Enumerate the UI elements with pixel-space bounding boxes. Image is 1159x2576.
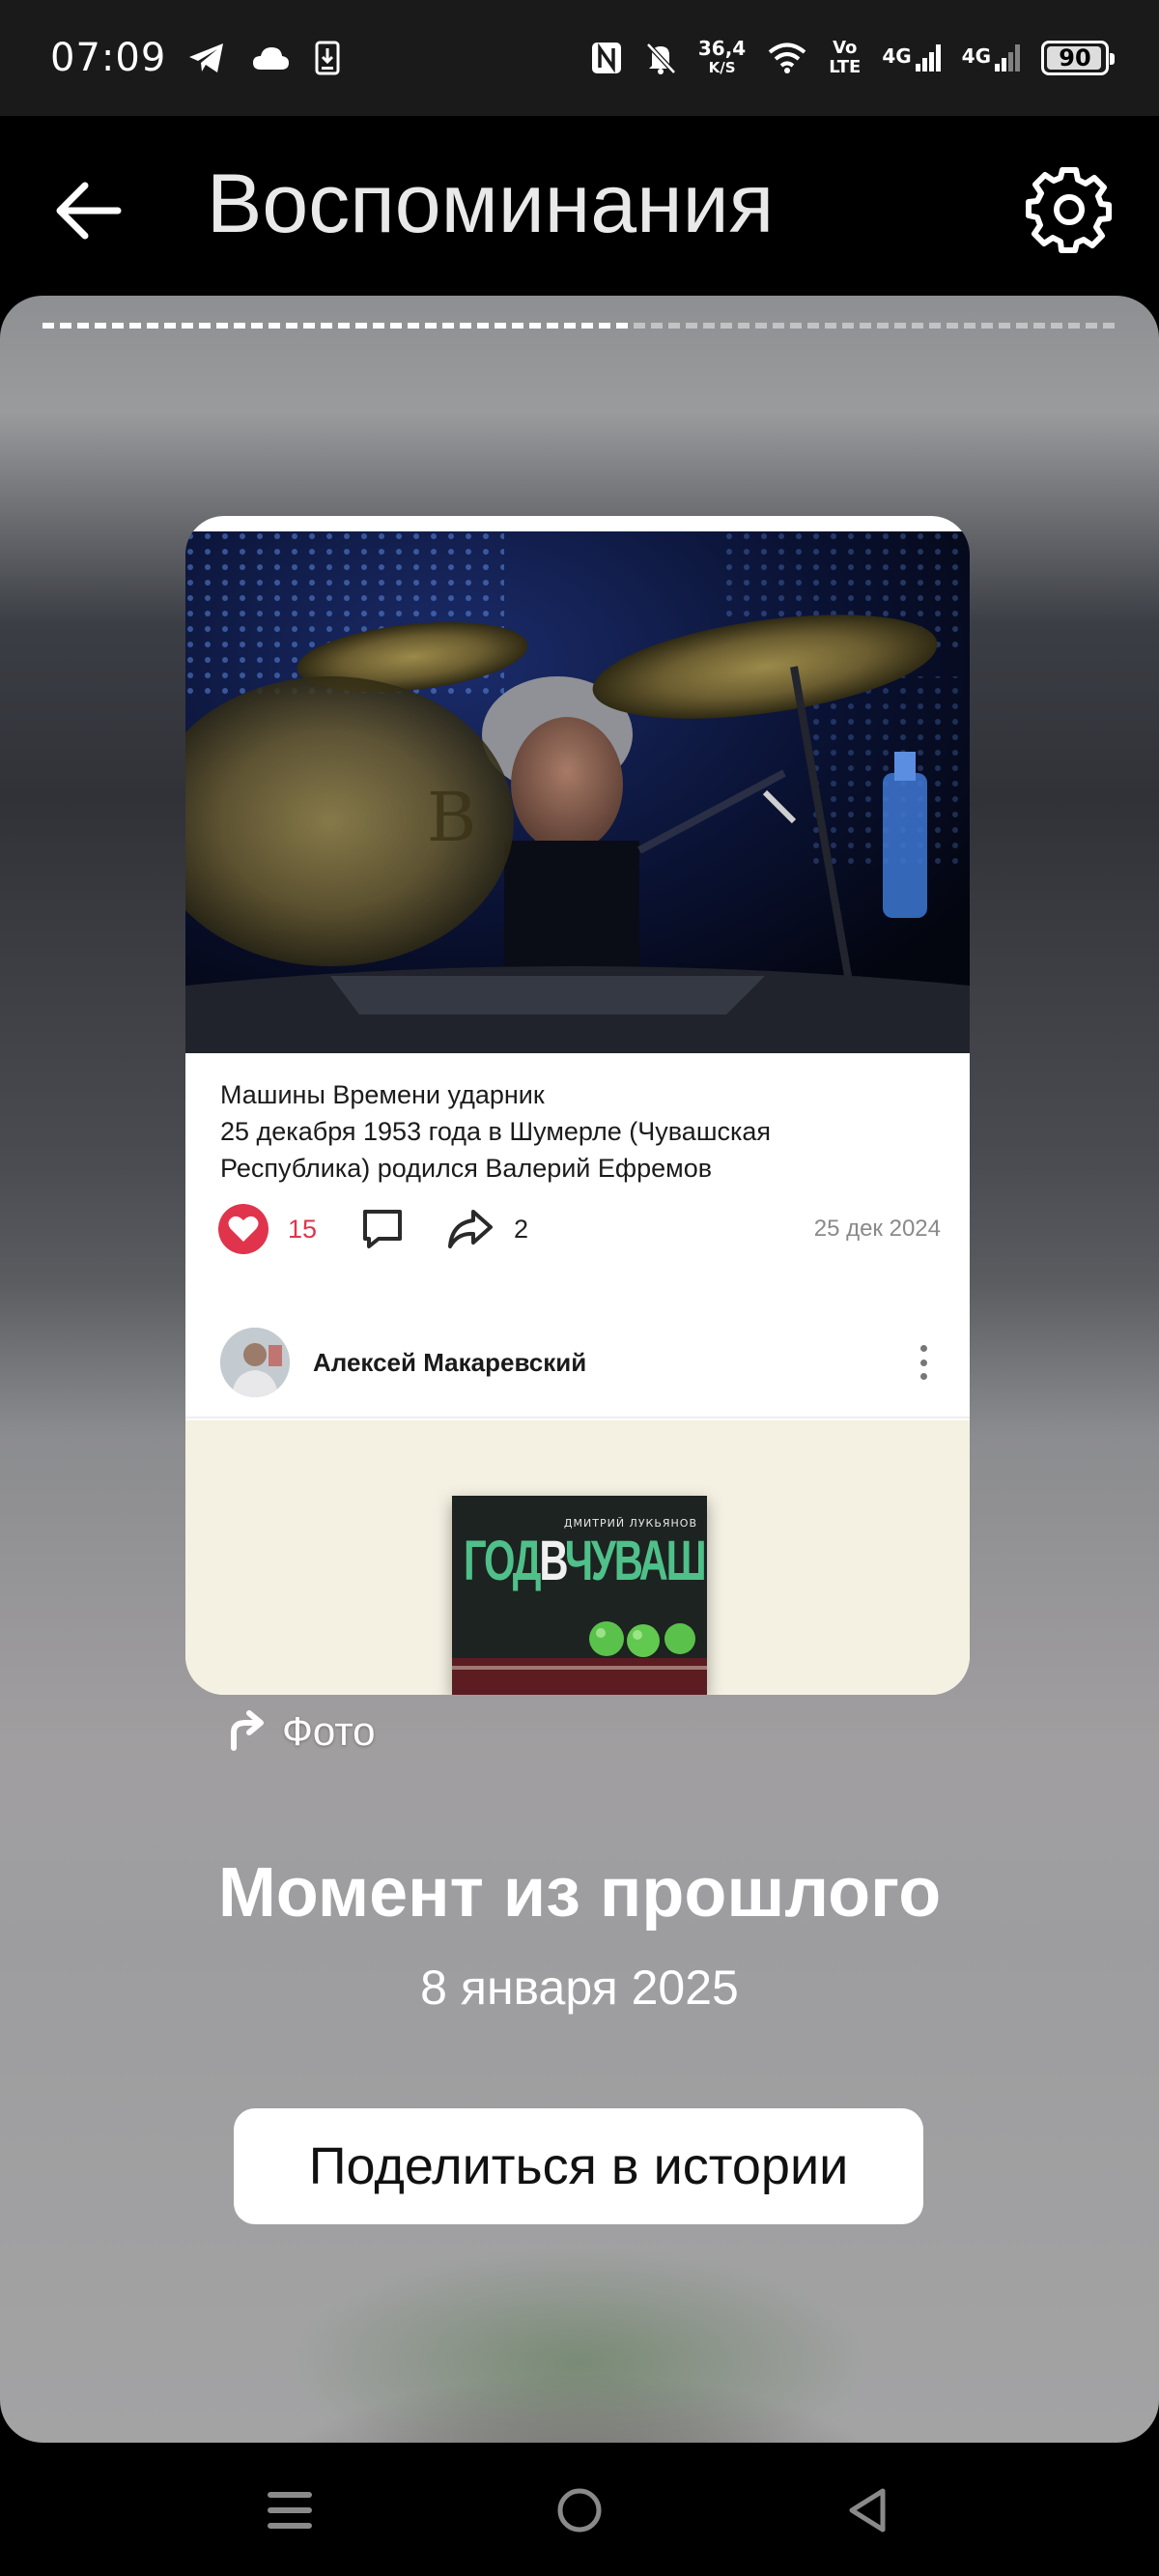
status-time: 07:09 bbox=[50, 36, 167, 80]
share-button[interactable]: 2 bbox=[446, 1208, 528, 1250]
book-cover: ДМИТРИЙ ЛУКЬЯНОВ ГОДВЧУВАШИИ bbox=[452, 1496, 707, 1695]
wifi-icon bbox=[768, 43, 806, 73]
share-to-stories-button[interactable]: Поделиться в истории bbox=[234, 2108, 923, 2224]
moment-title: Момент из прошлого bbox=[217, 1854, 942, 1932]
repost-arrow-icon bbox=[231, 1710, 264, 1751]
post-text-line-2: 25 декабря 1953 года в Шумерле (Чувашска… bbox=[220, 1117, 772, 1146]
more-dot-icon bbox=[919, 1359, 927, 1366]
share-icon bbox=[448, 1210, 494, 1248]
post-card[interactable]: B Машины Времени ударник 25 декабря 1953… bbox=[185, 516, 970, 1695]
download-icon bbox=[315, 41, 340, 75]
nfc-icon bbox=[591, 43, 621, 73]
post-text-line-1: Машины Времени ударник bbox=[220, 1080, 545, 1109]
memory-story[interactable]: B Машины Времени ударник 25 декабря 1953… bbox=[0, 296, 1159, 2443]
nav-home-button[interactable] bbox=[551, 2481, 608, 2539]
telegram-icon bbox=[189, 43, 224, 72]
like-button[interactable]: 15 bbox=[216, 1202, 317, 1256]
system-nav-bar bbox=[0, 2443, 1159, 2576]
volte-top: Vo bbox=[833, 38, 858, 58]
post-date: 25 дек 2024 bbox=[813, 1216, 941, 1242]
net-speed-unit: K/S bbox=[708, 59, 736, 76]
signal-2: 4G bbox=[962, 44, 1020, 72]
net-speed: 36,4 K/S bbox=[698, 39, 746, 77]
page-title: Воспоминания bbox=[207, 157, 775, 250]
author-avatar-image bbox=[220, 1328, 290, 1397]
like-count: 15 bbox=[288, 1214, 318, 1244]
post-photo[interactable]: B bbox=[185, 531, 970, 1053]
back-button[interactable] bbox=[54, 180, 124, 242]
battery-level: 90 bbox=[1059, 44, 1091, 72]
signal-2-label: 4G bbox=[961, 44, 991, 68]
battery-indicator: 90 bbox=[1041, 41, 1115, 75]
home-icon bbox=[557, 2488, 602, 2533]
book-cover-art bbox=[452, 1621, 707, 1695]
nav-back-button[interactable] bbox=[840, 2481, 898, 2539]
cloud-icon bbox=[253, 47, 290, 70]
volte-bottom: LTE bbox=[829, 57, 862, 77]
story-progress-done bbox=[42, 323, 634, 329]
avatar[interactable] bbox=[220, 1328, 290, 1397]
gear-icon bbox=[1026, 167, 1112, 253]
net-speed-value: 36,4 bbox=[697, 37, 747, 60]
settings-button[interactable] bbox=[1024, 164, 1115, 255]
status-bar: 07:09 36,4 K/S Vo LTE 4G 4G 90 bbox=[0, 0, 1159, 116]
volte-indicator: Vo LTE bbox=[829, 39, 861, 77]
menu-icon bbox=[268, 2492, 312, 2529]
signal-1-label: 4G bbox=[882, 44, 912, 68]
heart-icon bbox=[218, 1204, 269, 1254]
post-actions: 15 2 25 дек 2024 bbox=[216, 1202, 941, 1256]
svg-text:B: B bbox=[427, 778, 476, 857]
story-progress-remaining bbox=[633, 323, 1117, 329]
arrow-left-icon bbox=[56, 182, 122, 240]
more-dot-icon bbox=[919, 1373, 927, 1380]
next-post-image[interactable]: ДМИТРИЙ ЛУКЬЯНОВ ГОДВЧУВАШИИ bbox=[185, 1420, 970, 1695]
bell-muted-icon bbox=[646, 43, 676, 74]
comment-button[interactable] bbox=[359, 1206, 406, 1252]
author-name[interactable]: Алексей Макаревский bbox=[313, 1348, 586, 1378]
comment-icon bbox=[363, 1210, 403, 1248]
more-dot-icon bbox=[919, 1345, 927, 1352]
app-bar: Воспоминания bbox=[0, 116, 1159, 296]
drummer-photo-image: B bbox=[185, 531, 970, 1053]
signal-1: 4G bbox=[882, 44, 941, 72]
story-progress-bar bbox=[42, 323, 1117, 329]
back-triangle-icon bbox=[849, 2488, 886, 2533]
post-text-line-3: Республика) родился Валерий Ефремов bbox=[220, 1154, 713, 1183]
origin-label[interactable]: Фото bbox=[224, 1708, 376, 1755]
nav-menu-button[interactable] bbox=[261, 2481, 319, 2539]
post-text: Машины Времени ударник 25 декабря 1953 г… bbox=[220, 1076, 935, 1187]
origin-label-text: Фото bbox=[282, 1708, 376, 1754]
status-left-icons bbox=[187, 41, 340, 75]
share-count: 2 bbox=[514, 1214, 529, 1244]
more-options-button[interactable] bbox=[912, 1343, 935, 1382]
moment-date: 8 января 2025 bbox=[420, 1961, 739, 2015]
next-post-header: Алексей Макаревский bbox=[185, 1308, 970, 1418]
status-right-icons: 36,4 K/S Vo LTE 4G 4G 90 bbox=[590, 39, 1115, 77]
